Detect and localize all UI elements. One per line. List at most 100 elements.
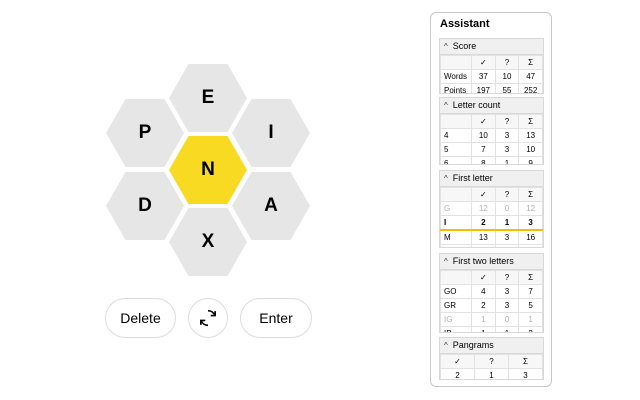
assistant-panel: Assistant ^ Score ✓ ? Σ Words 37 10 47 Po…: [430, 12, 552, 387]
pangrams-title: Pangrams: [452, 340, 494, 350]
cell: 4: [471, 284, 496, 299]
col-header: Σ: [518, 114, 543, 129]
cell: 12: [518, 201, 543, 216]
col-header: [440, 187, 472, 202]
cell: 3: [494, 298, 520, 313]
table-row: M 13 3 16: [440, 229, 543, 245]
cell: 2: [518, 326, 543, 332]
cell: 3: [494, 128, 520, 143]
cell: 55: [494, 83, 520, 93]
row-label: GO: [440, 284, 472, 299]
table-row: 2 1 3: [440, 368, 543, 379]
table-row-current: I 2 1 3: [440, 215, 543, 231]
score-title: Score: [452, 41, 477, 51]
first-letter-table: ✓ ? Σ G 12 0 12 I 2 1 3 M 13 3 16: [440, 187, 543, 247]
collapse-caret-icon: ^: [444, 257, 448, 266]
first-two-letters-section: ^ First two letters ✓ ? Σ GO 4 3 7 GR 2 3…: [439, 253, 544, 333]
cell: 10: [471, 128, 496, 143]
row-label: GR: [440, 298, 472, 313]
collapse-caret-icon: ^: [444, 101, 448, 110]
delete-button-label: Delete: [120, 310, 161, 326]
cell: 3: [494, 229, 520, 245]
table-row: Words 37 10 47: [440, 69, 543, 84]
cell: 10: [518, 142, 543, 157]
table-row: N 2 2 5: [440, 244, 543, 247]
row-label: 5: [440, 142, 472, 157]
first-letter-header[interactable]: ^ First letter: [440, 171, 543, 187]
col-header: Σ: [518, 187, 543, 202]
row-label: 6: [440, 156, 472, 164]
cell: 1: [471, 326, 496, 332]
shuffle-icon: [200, 309, 216, 327]
cell: 16: [518, 229, 543, 245]
assistant-title: Assistant: [440, 18, 490, 30]
cell: 197: [471, 83, 496, 93]
cell: 37: [471, 69, 496, 84]
col-header: ✓: [471, 114, 496, 129]
table-row: 4 10 3 13: [440, 128, 543, 143]
table-row: GR 2 3 5: [440, 298, 543, 313]
cell: 1: [494, 326, 520, 332]
collapse-caret-icon: ^: [444, 42, 448, 51]
table-row: G 12 0 12: [440, 201, 543, 216]
cell: 252: [518, 83, 543, 93]
cell: 7: [518, 284, 543, 299]
row-label: G: [440, 201, 472, 216]
cell: 1: [471, 312, 496, 327]
hive-cell-center[interactable]: N: [169, 136, 247, 204]
cell: 9: [518, 156, 543, 164]
letter-count-title: Letter count: [452, 100, 501, 110]
enter-button-label: Enter: [259, 310, 293, 326]
score-table: ✓ ? Σ Words 37 10 47 Points 197 55 252: [440, 55, 543, 93]
cell: 7: [471, 142, 496, 157]
cell: 1: [518, 312, 543, 327]
cell: 0: [494, 201, 520, 216]
row-label: Points: [440, 83, 472, 93]
first-two-letters-title: First two letters: [452, 256, 514, 266]
col-header: Σ: [518, 55, 543, 70]
row-label: IG: [440, 312, 472, 327]
cell: 1: [494, 215, 520, 231]
table-row: 5 7 3 10: [440, 142, 543, 157]
table-row: Points 197 55 252: [440, 83, 543, 93]
cell: 0: [494, 312, 520, 327]
pangrams-table: ✓ ? Σ 2 1 3: [440, 354, 543, 379]
enter-button[interactable]: Enter: [240, 298, 312, 338]
col-header: Σ: [518, 270, 543, 285]
first-two-letters-header[interactable]: ^ First two letters: [440, 254, 543, 270]
letter-count-header[interactable]: ^ Letter count: [440, 98, 543, 114]
delete-button[interactable]: Delete: [105, 298, 176, 338]
pangrams-header[interactable]: ^ Pangrams: [440, 338, 543, 354]
cell: 12: [471, 201, 496, 216]
row-label: N: [440, 244, 472, 247]
table-row: GO 4 3 7: [440, 284, 543, 299]
cell: 5: [518, 298, 543, 313]
cell: 3: [518, 215, 543, 231]
col-header: [440, 270, 472, 285]
table-row: 6 8 1 9: [440, 156, 543, 164]
col-header: ?: [494, 55, 520, 70]
cell: 2: [471, 298, 496, 313]
cell: 47: [518, 69, 543, 84]
cell: 13: [471, 229, 496, 245]
cell: 3: [508, 368, 543, 379]
pangrams-section: ^ Pangrams ✓ ? Σ 2 1 3: [439, 337, 544, 380]
cell: 2: [494, 244, 520, 247]
row-label: M: [440, 229, 472, 245]
shuffle-button[interactable]: [188, 298, 228, 338]
cell: 2: [471, 215, 496, 231]
table-row: IG 1 0 1: [440, 312, 543, 327]
cell: 1: [474, 368, 509, 379]
first-two-letters-table: ✓ ? Σ GO 4 3 7 GR 2 3 5 IG 1 0 1: [440, 270, 543, 332]
score-header[interactable]: ^ Score: [440, 39, 543, 55]
col-header: [440, 55, 472, 70]
cell: 10: [494, 69, 520, 84]
cell: 2: [471, 244, 496, 247]
cell: 5: [518, 244, 543, 247]
row-label: 4: [440, 128, 472, 143]
table-row: IP 1 1 2: [440, 326, 543, 332]
letter-count-table: ✓ ? Σ 4 10 3 13 5 7 3 10 6 8 1 9: [440, 114, 543, 164]
cell: 13: [518, 128, 543, 143]
col-header: ✓: [471, 270, 496, 285]
col-header: ✓: [471, 55, 496, 70]
